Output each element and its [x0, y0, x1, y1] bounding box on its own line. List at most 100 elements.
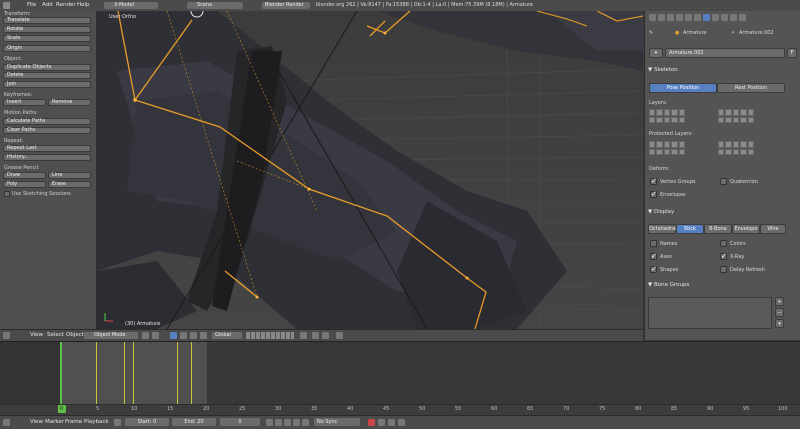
- protected-layers-grid-left[interactable]: [649, 141, 685, 155]
- display-wire-button[interactable]: Wire: [760, 224, 786, 234]
- history-button[interactable]: History...: [3, 154, 91, 161]
- mode-select[interactable]: Object Mode: [84, 332, 138, 339]
- context-object[interactable]: Armature: [683, 30, 706, 36]
- sync-mode-select[interactable]: No Sync: [314, 418, 360, 426]
- origin-button[interactable]: Origin: [3, 45, 91, 52]
- snap-icon[interactable]: [312, 332, 319, 339]
- shading-icon[interactable]: [142, 332, 149, 339]
- protected-layers-grid-right[interactable]: [718, 141, 754, 155]
- pivot-icon[interactable]: [152, 332, 159, 339]
- world-tab-icon[interactable]: [667, 14, 674, 21]
- display-octahedral-button[interactable]: Octahedral: [648, 224, 677, 234]
- calculate-paths-button[interactable]: Calculate Paths: [3, 118, 91, 125]
- menu-select[interactable]: Select: [47, 332, 64, 338]
- quaternion-checkbox[interactable]: [720, 178, 727, 185]
- editor-type-icon[interactable]: [3, 2, 10, 9]
- menu-help[interactable]: Help: [77, 2, 90, 8]
- menu-object[interactable]: Object: [66, 332, 84, 338]
- clear-paths-button[interactable]: Clear Paths: [3, 127, 91, 134]
- frame-ruler[interactable]: [0, 404, 800, 415]
- current-frame-field[interactable]: 0: [220, 418, 260, 426]
- prev-keyframe-icon[interactable]: [275, 419, 282, 426]
- duplicate-objects-button[interactable]: Duplicate Objects: [3, 64, 91, 71]
- bone-groups-list[interactable]: [648, 297, 772, 329]
- end-frame-field[interactable]: End: 20: [172, 418, 216, 426]
- display-stick-button[interactable]: Stick: [676, 224, 704, 234]
- translate-button[interactable]: Translate: [3, 17, 91, 24]
- texture-tab-icon[interactable]: [730, 14, 737, 21]
- colors-checkbox[interactable]: [720, 240, 727, 247]
- menu-playback[interactable]: Playback: [84, 419, 109, 425]
- object-tab-icon[interactable]: [676, 14, 683, 21]
- rotate-manipulator-icon[interactable]: [190, 332, 197, 339]
- shapes-checkbox[interactable]: [650, 265, 657, 273]
- display-section-header[interactable]: ▼ Display: [648, 208, 790, 217]
- current-frame-line[interactable]: [60, 342, 62, 405]
- delete-keyframe-icon[interactable]: [398, 419, 405, 426]
- draw-button[interactable]: Draw: [3, 172, 46, 179]
- layers-grid-right[interactable]: [718, 109, 754, 123]
- xray-checkbox[interactable]: [720, 252, 727, 260]
- poly-button[interactable]: Poly: [3, 181, 46, 188]
- delay-refresh-checkbox[interactable]: [720, 266, 727, 273]
- render-tab-icon[interactable]: [649, 14, 656, 21]
- render-icon[interactable]: [336, 332, 343, 339]
- rest-position-button[interactable]: Rest Position: [717, 83, 785, 93]
- insert-keyframe-icon[interactable]: [388, 419, 395, 426]
- scale-manipulator-icon[interactable]: [200, 332, 207, 339]
- translate-manipulator-icon[interactable]: [180, 332, 187, 339]
- rotate-button[interactable]: Rotate: [3, 26, 91, 33]
- pose-position-button[interactable]: Pose Position: [649, 83, 717, 93]
- bone-constraint-tab-icon[interactable]: [721, 14, 728, 21]
- sketching-checkbox[interactable]: [4, 191, 10, 197]
- bone-tab-icon[interactable]: [712, 14, 719, 21]
- physics-tab-icon[interactable]: [739, 14, 746, 21]
- preview-range-icon[interactable]: [114, 419, 121, 426]
- add-bone-group-button[interactable]: +: [775, 297, 784, 306]
- menu-view[interactable]: View: [30, 332, 43, 338]
- remove-keyframe-button[interactable]: Remove: [48, 99, 91, 106]
- insert-keyframe-button[interactable]: Insert: [3, 99, 46, 106]
- armature-data-tab-icon[interactable]: [703, 14, 710, 21]
- repeat-last-button[interactable]: Repeat Last: [3, 145, 91, 152]
- orientation-select[interactable]: Global: [212, 332, 242, 339]
- axes-checkbox[interactable]: [650, 252, 657, 260]
- scene-tab-icon[interactable]: [658, 14, 665, 21]
- modifiers-tab-icon[interactable]: [694, 14, 701, 21]
- names-checkbox[interactable]: [650, 240, 657, 247]
- play-reverse-icon[interactable]: [284, 419, 291, 426]
- delete-button[interactable]: Delete: [3, 72, 91, 79]
- menu-file[interactable]: File: [27, 2, 36, 8]
- auto-keyframe-icon[interactable]: [368, 419, 375, 426]
- menu-add[interactable]: Add: [42, 2, 53, 8]
- editor-type-icon[interactable]: [3, 332, 10, 339]
- layer-buttons[interactable]: [246, 332, 294, 339]
- menu-render[interactable]: Render: [56, 2, 76, 8]
- render-engine-select[interactable]: Blender Render: [262, 2, 310, 9]
- jump-start-icon[interactable]: [266, 419, 273, 426]
- context-data[interactable]: Armature.002: [739, 30, 774, 36]
- envelopes-checkbox[interactable]: [650, 190, 657, 198]
- skeleton-section-header[interactable]: ▼ Skeleton: [648, 66, 790, 75]
- manipulator-icon[interactable]: [170, 332, 177, 339]
- scene-select[interactable]: Scene: [187, 2, 243, 9]
- display-bbone-button[interactable]: B-Bone: [704, 224, 732, 234]
- display-envelope-button[interactable]: Envelope: [732, 224, 760, 234]
- menu-view[interactable]: View: [30, 419, 43, 425]
- scale-button[interactable]: Scale: [3, 35, 91, 42]
- next-keyframe-icon[interactable]: [302, 419, 309, 426]
- keying-set-icon[interactable]: [378, 419, 385, 426]
- menu-marker[interactable]: Marker: [45, 419, 64, 425]
- join-button[interactable]: Join: [3, 81, 91, 88]
- datablock-type-button[interactable]: ✦: [649, 48, 663, 58]
- pin-icon[interactable]: ✎: [649, 30, 653, 36]
- remove-bone-group-button[interactable]: −: [775, 308, 784, 317]
- layers-grid-left[interactable]: [649, 109, 685, 123]
- snap-element-icon[interactable]: [322, 332, 329, 339]
- datablock-name-field[interactable]: Armature.002: [665, 48, 785, 58]
- editor-type-icon[interactable]: [3, 419, 10, 426]
- 3d-viewport[interactable]: User Ortho (30) Armature: [97, 11, 643, 329]
- fake-user-button[interactable]: F: [787, 48, 797, 58]
- erase-button[interactable]: Erase: [48, 181, 91, 188]
- screen-layout-select[interactable]: 3-Model: [104, 2, 158, 9]
